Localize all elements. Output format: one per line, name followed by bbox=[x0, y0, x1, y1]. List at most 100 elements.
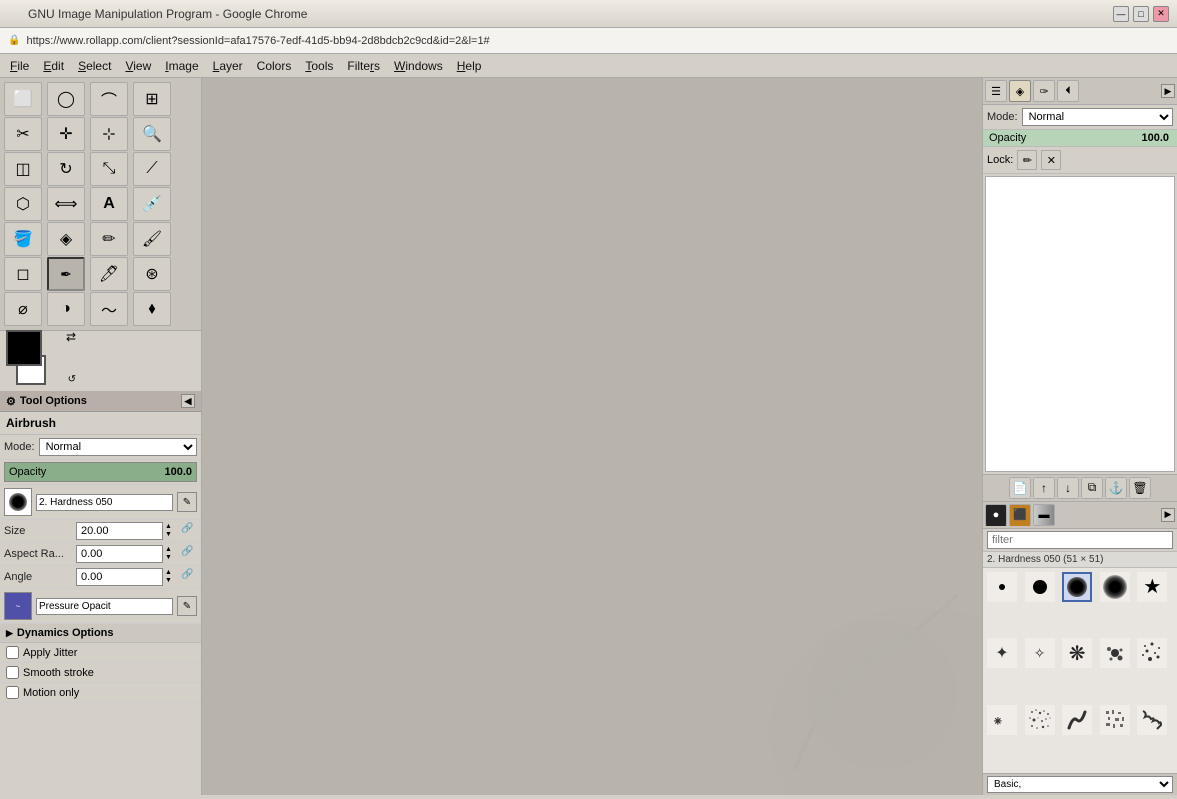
dodge-burn-tool[interactable]: ◑ bbox=[47, 292, 85, 326]
layers-panel-icon[interactable]: ☰ bbox=[985, 80, 1007, 102]
menu-filters[interactable]: Filters bbox=[341, 57, 386, 75]
menu-help[interactable]: Help bbox=[451, 57, 488, 75]
size-input[interactable] bbox=[76, 522, 163, 540]
mode-select[interactable]: Normal Dissolve Multiply Screen Overlay bbox=[39, 438, 197, 456]
channels-panel-icon[interactable]: ◈ bbox=[1009, 80, 1031, 102]
angle-spin[interactable]: ▲ ▼ bbox=[165, 569, 179, 585]
brushes-tab[interactable]: ● bbox=[985, 504, 1007, 526]
right-panel-collapse-button[interactable]: ▶ bbox=[1161, 84, 1175, 98]
motion-only-checkbox[interactable] bbox=[6, 686, 19, 699]
angle-link-icon[interactable]: 🔗 bbox=[181, 569, 197, 585]
aspect-ratio-down-button[interactable]: ▼ bbox=[165, 554, 179, 562]
foreground-color-swatch[interactable] bbox=[6, 330, 42, 366]
aspect-ratio-up-button[interactable]: ▲ bbox=[165, 546, 179, 554]
size-spin[interactable]: ▲ ▼ bbox=[165, 523, 179, 539]
swap-colors-icon[interactable]: ⇄ bbox=[66, 330, 76, 344]
rotate-tool[interactable]: ↻ bbox=[47, 152, 85, 186]
crop-tool[interactable]: ◫ bbox=[4, 152, 42, 186]
size-up-button[interactable]: ▲ bbox=[165, 523, 179, 531]
brush-cell-14[interactable] bbox=[1100, 705, 1130, 735]
align-tool[interactable]: ⊹ bbox=[90, 117, 128, 151]
scissors-tool[interactable]: ✂ bbox=[4, 117, 42, 151]
gradients-tab[interactable]: ▬ bbox=[1033, 504, 1055, 526]
menu-select[interactable]: Select bbox=[72, 57, 117, 75]
brush-cell-12[interactable] bbox=[1025, 705, 1055, 735]
brush-cell-13[interactable] bbox=[1062, 705, 1092, 735]
dynamics-options-toggle[interactable]: ▶ Dynamics Options bbox=[0, 624, 201, 643]
pencil-tool[interactable]: ✏ bbox=[90, 222, 128, 256]
menu-layer[interactable]: Layer bbox=[207, 57, 249, 75]
size-link-icon[interactable]: 🔗 bbox=[181, 523, 197, 539]
url-display[interactable]: https://www.rollapp.com/client?sessionId… bbox=[26, 35, 489, 47]
ink-tool[interactable]: 🖊 bbox=[90, 257, 128, 291]
brush-cell-15[interactable] bbox=[1137, 705, 1167, 735]
menu-colors[interactable]: Colors bbox=[251, 57, 298, 75]
angle-up-button[interactable]: ▲ bbox=[165, 569, 179, 577]
brush-cell-5[interactable]: ★ bbox=[1137, 572, 1167, 602]
menu-windows[interactable]: Windows bbox=[388, 57, 449, 75]
smooth-stroke-label[interactable]: Smooth stroke bbox=[23, 667, 94, 679]
brush-cell-7[interactable]: ✧ bbox=[1025, 638, 1055, 668]
color-picker-tool[interactable]: 💉 bbox=[133, 187, 171, 221]
brush-preview-icon[interactable] bbox=[4, 488, 32, 516]
opacity-slider[interactable]: Opacity 100.0 bbox=[4, 462, 197, 482]
free-select-tool[interactable]: ⌒ bbox=[90, 82, 128, 116]
brush-cell-1[interactable] bbox=[987, 572, 1017, 602]
move-tool[interactable]: ✛ bbox=[47, 117, 85, 151]
heal-tool[interactable]: ⌀ bbox=[4, 292, 42, 326]
clone-tool[interactable]: ⊛ bbox=[133, 257, 171, 291]
aspect-ratio-link-icon[interactable]: 🔗 bbox=[181, 546, 197, 562]
zoom-tool[interactable]: 🔍 bbox=[133, 117, 171, 151]
tool-options-collapse-button[interactable]: ◀ bbox=[181, 394, 195, 408]
brush-cell-3[interactable] bbox=[1062, 572, 1092, 602]
aspect-ratio-input[interactable] bbox=[76, 545, 163, 563]
duplicate-layer-button[interactable]: ⧉ bbox=[1081, 477, 1103, 499]
eraser-tool[interactable]: ◻ bbox=[4, 257, 42, 291]
motion-only-label[interactable]: Motion only bbox=[23, 687, 79, 699]
new-layer-button[interactable]: 📄 bbox=[1009, 477, 1031, 499]
brushes-category-dropdown[interactable]: Basic, Chalk Pencil Watercolor bbox=[987, 776, 1173, 793]
dynamics-preview-icon[interactable]: ~ bbox=[4, 592, 32, 620]
brush-cell-6[interactable]: ✦ bbox=[987, 638, 1017, 668]
brush-name-field[interactable]: 2. Hardness 050 bbox=[36, 494, 173, 511]
smooth-stroke-checkbox[interactable] bbox=[6, 666, 19, 679]
brush-cell-10[interactable] bbox=[1137, 638, 1167, 668]
flip-tool[interactable]: ⟺ bbox=[47, 187, 85, 221]
brush-cell-8[interactable]: ❋ bbox=[1062, 638, 1092, 668]
brush-edit-button[interactable]: ✎ bbox=[177, 492, 197, 512]
paths-panel-icon[interactable]: ✑ bbox=[1033, 80, 1055, 102]
close-button[interactable]: ✕ bbox=[1153, 6, 1169, 22]
undo-history-icon[interactable]: ⏴ bbox=[1057, 80, 1079, 102]
menu-file[interactable]: File bbox=[4, 57, 35, 75]
lower-layer-button[interactable]: ↓ bbox=[1057, 477, 1079, 499]
apply-jitter-label[interactable]: Apply Jitter bbox=[23, 647, 77, 659]
smudge-tool[interactable]: 〜 bbox=[90, 292, 128, 326]
patterns-tab[interactable]: ⬛ bbox=[1009, 504, 1031, 526]
delete-layer-button[interactable]: 🗑 bbox=[1129, 477, 1151, 499]
dynamics-name-field[interactable]: Pressure Opacit bbox=[36, 598, 173, 615]
apply-jitter-checkbox[interactable] bbox=[6, 646, 19, 659]
brushes-panel-collapse-button[interactable]: ▶ bbox=[1161, 508, 1175, 522]
brush-cell-11[interactable]: ⁕ bbox=[987, 705, 1017, 735]
menu-image[interactable]: Image bbox=[159, 57, 204, 75]
fuzzy-select-tool[interactable]: ⊞ bbox=[133, 82, 171, 116]
menu-edit[interactable]: Edit bbox=[37, 57, 70, 75]
size-down-button[interactable]: ▼ bbox=[165, 531, 179, 539]
menu-tools[interactable]: Tools bbox=[299, 57, 339, 75]
reset-colors-icon[interactable]: ↺ bbox=[68, 374, 76, 385]
ellipse-select-tool[interactable]: ◯ bbox=[47, 82, 85, 116]
raise-layer-button[interactable]: ↑ bbox=[1033, 477, 1055, 499]
brush-filter-input[interactable] bbox=[987, 531, 1173, 549]
brush-cell-2[interactable] bbox=[1025, 572, 1055, 602]
perspective-tool[interactable]: ⬡ bbox=[4, 187, 42, 221]
canvas-area[interactable] bbox=[202, 78, 982, 795]
convolve-tool[interactable]: ⬧ bbox=[133, 292, 171, 326]
angle-down-button[interactable]: ▼ bbox=[165, 577, 179, 585]
blend-tool[interactable]: ◈ bbox=[47, 222, 85, 256]
aspect-ratio-spin[interactable]: ▲ ▼ bbox=[165, 546, 179, 562]
scale-tool[interactable]: ⤡ bbox=[90, 152, 128, 186]
menu-view[interactable]: View bbox=[119, 57, 157, 75]
dynamics-edit-button[interactable]: ✎ bbox=[177, 596, 197, 616]
brush-cell-9[interactable] bbox=[1100, 638, 1130, 668]
anchor-layer-button[interactable]: ⚓ bbox=[1105, 477, 1127, 499]
